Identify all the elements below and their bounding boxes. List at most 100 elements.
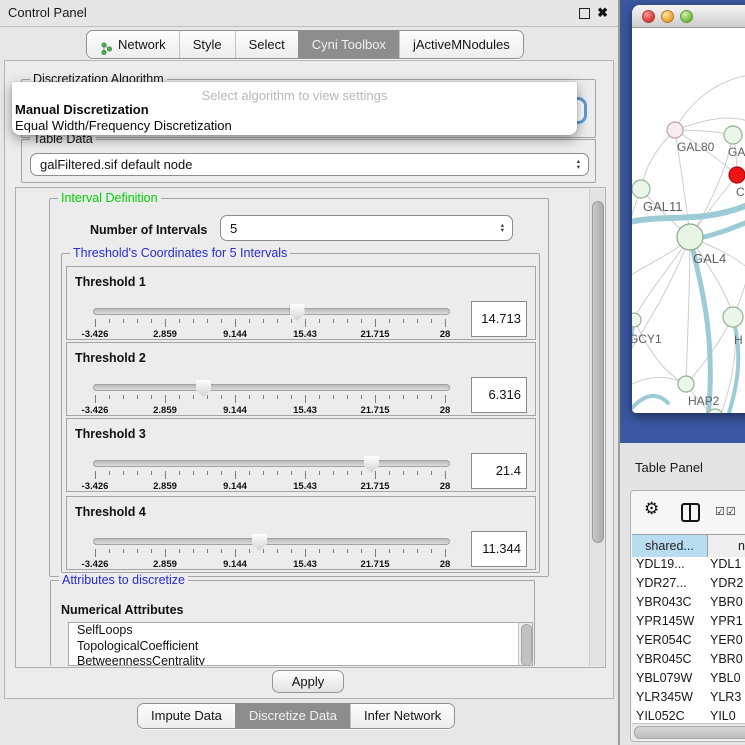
slider-tick-label: 15.43 [293, 559, 317, 570]
bottom-tab-infer-network[interactable]: Infer Network [350, 704, 454, 728]
table-row[interactable]: YDL19...YDL1 [632, 557, 745, 576]
settings-scroll-pane: Interval Definition Number of Intervals … [15, 187, 606, 668]
table-data-combobox[interactable]: galFiltered.sif default node ▴▾ [30, 153, 589, 176]
cell-shared-name: YBR045C [632, 652, 708, 671]
network-node-c[interactable] [729, 167, 745, 183]
slider-tick [333, 319, 334, 323]
table-row[interactable]: YBR043CYBR0 [632, 595, 745, 614]
network-canvas[interactable]: GAL80GACGAL11GAL4HGCY1HAP2 [632, 27, 745, 413]
slider-track[interactable] [93, 538, 450, 545]
slider-tick [179, 471, 180, 475]
interval-definition-group: Interval Definition Number of Intervals … [49, 198, 549, 577]
slider-tick [109, 319, 110, 323]
threshold-panel: Threshold 3-3.4262.8599.14415.4321.71528… [66, 418, 536, 492]
table-row[interactable]: YBR045CYBR0 [632, 652, 745, 671]
list-scrollbar[interactable] [518, 623, 532, 665]
split-columns-icon[interactable] [681, 503, 700, 522]
network-node-hap2[interactable] [678, 376, 694, 392]
slider-tick [95, 549, 96, 557]
gear-icon[interactable]: ⚙ [644, 499, 659, 519]
slider-tick-label: 21.715 [360, 559, 389, 570]
threshold-label: Threshold 3 [75, 427, 146, 441]
slider-tick [165, 549, 166, 557]
network-node-gal4[interactable] [677, 224, 703, 250]
cell-shared-name: YIL052C [632, 709, 708, 723]
slider-tick [207, 549, 208, 553]
slider-tick [389, 395, 390, 399]
table-row[interactable]: YER054CYER0 [632, 633, 745, 652]
slider-tick-label: 28 [440, 329, 451, 340]
tab-style[interactable]: Style [179, 31, 235, 58]
thresholds-group-label: Threshold's Coordinates for 5 Intervals [70, 246, 290, 260]
table-hscrollbar-thumb[interactable] [634, 726, 745, 739]
slider-track[interactable] [93, 460, 450, 467]
threshold-value-field[interactable]: 21.4 [471, 453, 527, 489]
column-header-name[interactable]: n [708, 535, 745, 558]
node-label: GAL80 [677, 140, 715, 154]
close-window-icon[interactable] [642, 10, 655, 23]
slider-tick [389, 549, 390, 553]
bottom-tab-impute-data[interactable]: Impute Data [138, 704, 235, 728]
settings-vertical-scrollbar[interactable] [589, 189, 604, 666]
slider-tick [277, 549, 278, 553]
slider-tick [193, 549, 194, 553]
table-row[interactable]: YIL052CYIL0 [632, 709, 745, 723]
table-row[interactable]: YPR145WYPR1 [632, 614, 745, 633]
list-scrollbar-thumb[interactable] [521, 624, 532, 666]
interval-definition-label: Interval Definition [58, 191, 161, 205]
threshold-value-field[interactable]: 6.316 [471, 377, 527, 413]
slider-tick [305, 549, 306, 557]
node-table: ⚙ ☑☑ shared... n YDL19...YDL1YDR27...YDR… [630, 490, 745, 742]
slider-tick [221, 395, 222, 399]
slider-tick [291, 471, 292, 475]
slider-thumb[interactable] [196, 380, 211, 397]
tab-jactivemnodules[interactable]: jActiveMNodules [399, 31, 523, 58]
zoom-window-icon[interactable] [680, 10, 693, 23]
threshold-label: Threshold 1 [75, 275, 146, 289]
slider-thumb[interactable] [364, 456, 379, 473]
float-window-icon[interactable] [579, 8, 590, 19]
slider-tick [277, 471, 278, 475]
network-node-gal11[interactable] [632, 180, 650, 198]
network-node-gcy1[interactable] [632, 313, 641, 327]
tab-cyni-toolbox[interactable]: Cyni Toolbox [298, 31, 399, 58]
slider-thumb[interactable] [252, 534, 267, 551]
network-node-ga[interactable] [724, 126, 742, 144]
network-node-gal80[interactable] [667, 122, 683, 138]
slider-tick [193, 471, 194, 475]
cyni-bottom-tabs: Impute DataDiscretize DataInfer Network [137, 703, 455, 729]
tab-network[interactable]: Network [87, 31, 179, 58]
threshold-value-field[interactable]: 11.344 [471, 531, 527, 567]
close-icon[interactable]: ✖ [597, 5, 608, 21]
tab-select[interactable]: Select [235, 31, 298, 58]
numerical-attributes-list[interactable]: SelfLoopsTopologicalCoefficientBetweenne… [68, 622, 533, 666]
threshold-value-field[interactable]: 14.713 [471, 301, 527, 337]
list-item[interactable]: TopologicalCoefficient [69, 639, 532, 655]
minimize-window-icon[interactable] [661, 10, 674, 23]
settings-scrollbar-thumb[interactable] [592, 201, 604, 543]
slider-tick [291, 395, 292, 399]
slider-tick [431, 319, 432, 323]
table-row[interactable]: YBL079WYBL0 [632, 671, 745, 690]
slider-track[interactable] [93, 384, 450, 391]
algorithm-option[interactable]: Equal Width/Frequency Discretization [15, 118, 232, 133]
table-row[interactable]: YLR345WYLR3 [632, 690, 745, 709]
select-columns-icon[interactable]: ☑☑ [715, 505, 737, 518]
slider-track[interactable] [93, 308, 450, 315]
list-item[interactable]: SelfLoops [69, 623, 532, 639]
list-item[interactable]: BetweennessCentrality [69, 654, 532, 666]
number-of-intervals-label: Number of Intervals [90, 223, 207, 237]
apply-button[interactable]: Apply [272, 670, 344, 693]
slider-tick [361, 549, 362, 553]
number-of-intervals-combobox[interactable]: 5 ▴▾ [220, 215, 513, 241]
network-node-h[interactable] [723, 307, 743, 327]
slider-tick [305, 471, 306, 479]
slider-tick [431, 549, 432, 553]
column-header-shared-name[interactable]: shared... [632, 535, 708, 558]
table-row[interactable]: YDR27...YDR2 [632, 576, 745, 595]
network-view-frame: GAL80GACGAL11GAL4HGCY1HAP2 [620, 0, 745, 443]
cell-shared-name: YLR345W [632, 690, 708, 709]
table-horizontal-scrollbar[interactable] [632, 723, 745, 740]
bottom-tab-discretize-data[interactable]: Discretize Data [235, 704, 350, 728]
algorithm-option[interactable]: Manual Discretization [15, 102, 149, 117]
